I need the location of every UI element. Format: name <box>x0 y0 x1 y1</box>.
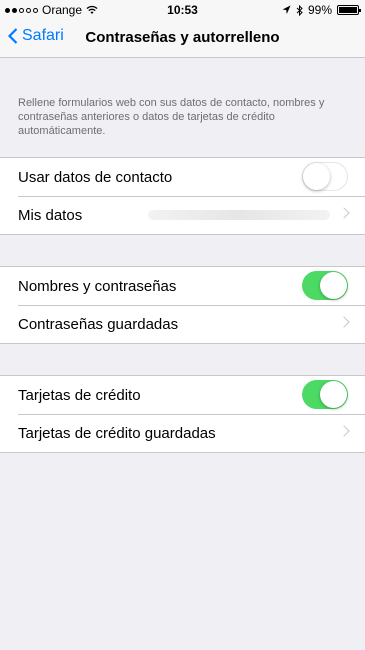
names-passwords-row: Nombres y contraseñas <box>0 267 365 305</box>
battery-percent: 99% <box>307 3 332 17</box>
status-bar: Orange 10:53 99% <box>0 0 365 20</box>
blurred-contact-value <box>148 210 330 220</box>
toggle-knob <box>303 163 330 190</box>
names-passwords-label: Nombres y contraseñas <box>18 278 177 295</box>
cards-group: Tarjetas de crédito Tarjetas de crédito … <box>0 375 365 453</box>
names-passwords-toggle[interactable] <box>302 271 348 300</box>
credit-cards-toggle[interactable] <box>302 380 348 409</box>
use-contact-label: Usar datos de contacto <box>18 169 173 186</box>
passwords-group: Nombres y contraseñas Contraseñas guarda… <box>0 266 365 344</box>
autofill-description: Rellene formularios web con sus datos de… <box>18 97 325 137</box>
my-info-row[interactable]: Mis datos <box>0 196 365 234</box>
saved-passwords-row[interactable]: Contraseñas guardadas <box>0 305 365 343</box>
credit-cards-row: Tarjetas de crédito <box>0 376 365 414</box>
navigation-bar: Safari Contraseñas y autorrelleno <box>0 20 365 58</box>
status-right: 99% <box>282 3 361 17</box>
my-info-label: Mis datos <box>18 207 83 224</box>
chevron-right-icon <box>338 316 350 328</box>
saved-cards-label: Tarjetas de crédito guardadas <box>18 425 216 442</box>
location-arrow-icon <box>282 5 291 14</box>
chevron-right-icon <box>338 425 350 437</box>
use-contact-toggle[interactable] <box>302 162 348 191</box>
saved-cards-row[interactable]: Tarjetas de crédito guardadas <box>0 414 365 452</box>
saved-passwords-label: Contraseñas guardadas <box>18 316 179 333</box>
credit-cards-label: Tarjetas de crédito <box>18 387 141 404</box>
contact-group: Usar datos de contacto Mis datos <box>0 157 365 235</box>
use-contact-row: Usar datos de contacto <box>0 158 365 196</box>
battery-icon <box>337 5 361 15</box>
page-title: Contraseñas y autorrelleno <box>85 29 280 46</box>
toggle-knob <box>320 272 347 299</box>
bluetooth-icon <box>296 4 303 16</box>
toggle-knob <box>320 381 347 408</box>
chevron-right-icon <box>338 207 350 219</box>
